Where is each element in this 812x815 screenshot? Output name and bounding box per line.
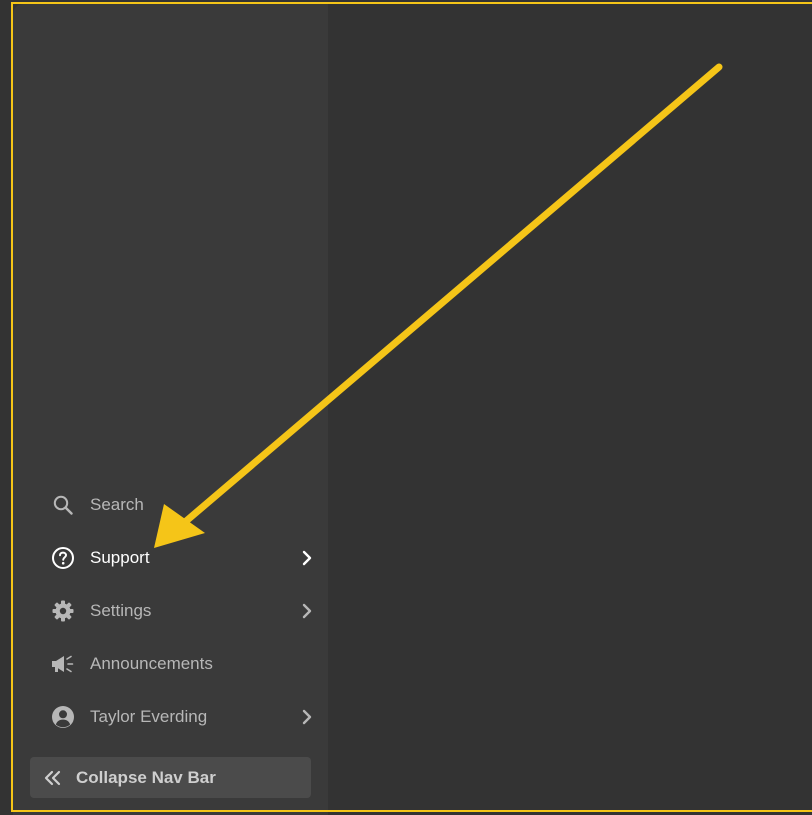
nav-item-support[interactable]: Support <box>49 541 317 575</box>
app-window: Search Support Settings Announcements Ta… <box>0 0 812 815</box>
nav-item-search[interactable]: Search <box>49 488 317 522</box>
nav-item-label: Support <box>90 548 150 567</box>
search-icon <box>49 491 77 519</box>
user-avatar-icon <box>49 703 77 731</box>
collapse-nav-button[interactable]: Collapse Nav Bar <box>30 757 311 798</box>
nav-item-label: Announcements <box>90 654 213 673</box>
chevron-right-icon <box>297 548 317 568</box>
sidebar-nav: Search Support Settings Announcements Ta… <box>13 4 328 815</box>
nav-item-profile[interactable]: Taylor Everding <box>49 700 317 734</box>
nav-item-label: Search <box>90 495 144 514</box>
help-circle-icon <box>49 544 77 572</box>
main-content-area <box>328 4 812 815</box>
nav-item-announcements[interactable]: Announcements <box>49 647 317 681</box>
megaphone-icon <box>49 650 77 678</box>
nav-item-label: Taylor Everding <box>90 707 208 726</box>
nav-item-settings[interactable]: Settings <box>49 594 317 628</box>
nav-item-label: Settings <box>90 601 152 620</box>
chevron-right-icon <box>297 707 317 727</box>
collapse-nav-label: Collapse Nav Bar <box>76 767 216 787</box>
chevron-right-icon <box>297 601 317 621</box>
chevrons-left-icon <box>42 767 64 789</box>
gear-icon <box>49 597 77 625</box>
